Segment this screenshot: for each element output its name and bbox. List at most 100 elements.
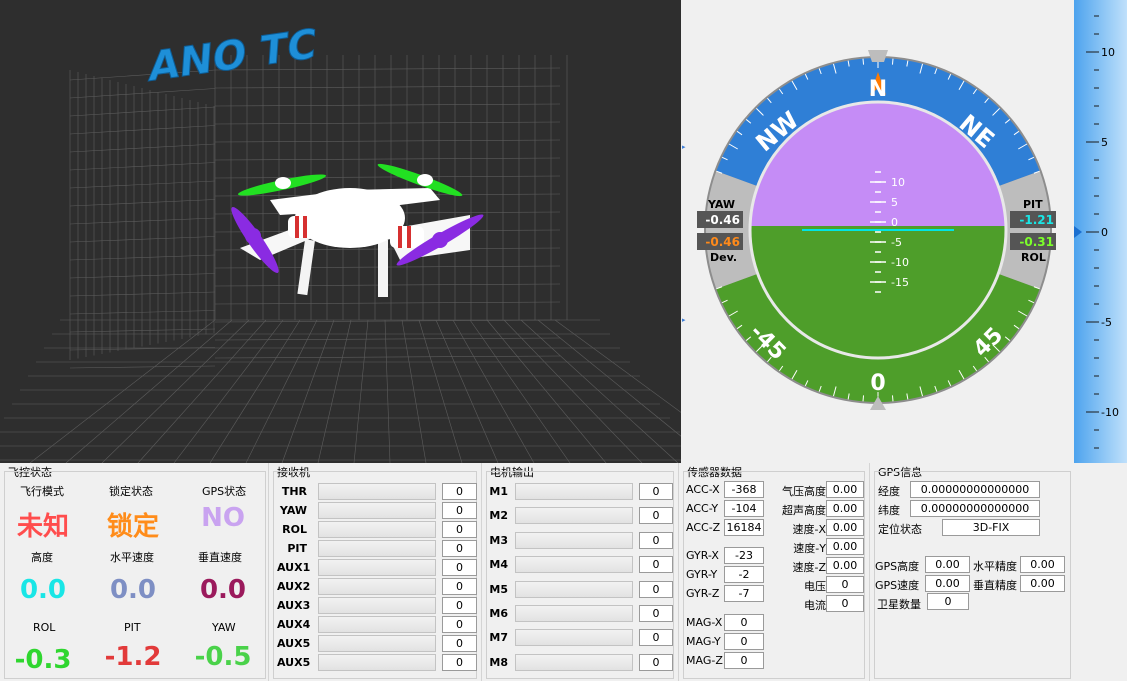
sensor-misc-value[interactable]: 0.00 [826, 519, 864, 536]
pitch-label: -15 [891, 276, 909, 289]
rc-channel-bar [318, 559, 436, 576]
mag-value[interactable]: 0 [724, 633, 764, 650]
motor-bar [515, 507, 633, 525]
latitude-field[interactable]: 0.00000000000000 [910, 500, 1040, 517]
pitch-label: -5 [891, 236, 902, 249]
rc-channel-value[interactable]: 0 [442, 597, 477, 614]
motor-value[interactable]: 0 [639, 580, 673, 598]
pit-value: -1.21 [1019, 213, 1054, 227]
fc-status-panel: 飞控状态 飞行模式 未知 锁定状态 锁定 GPS状态 NO 高度 0.0 水平速… [0, 463, 268, 681]
acc-label: ACC-X [686, 483, 720, 496]
horizontal-accuracy-field[interactable]: 0.00 [1020, 556, 1065, 573]
rc-channel-bar [318, 654, 436, 671]
flight-mode-value: 未知 [16, 512, 69, 542]
satellite-count-field[interactable]: 0 [927, 593, 969, 610]
pit-label: PIT [124, 621, 141, 634]
vertical-accuracy-field[interactable]: 0.00 [1020, 575, 1065, 592]
altitude-scale: 10 5 0 -5 -10 [1074, 0, 1127, 463]
gyr-value[interactable]: -7 [724, 585, 764, 602]
motor-value[interactable]: 0 [639, 531, 673, 549]
sensor-misc-label: 电压 [804, 580, 826, 593]
rc-channel-bar [318, 597, 436, 614]
gps-speed-label: GPS速度 [875, 579, 920, 592]
vertical-accuracy-label: 垂直精度 [973, 579, 1017, 592]
altitude-tick-label: 10 [1101, 46, 1115, 59]
sensor-misc-value[interactable]: 0 [826, 595, 864, 612]
3d-scene: ANO TC [0, 19, 681, 463]
mag-value[interactable]: 0 [724, 614, 764, 631]
rol-label: ROL [1021, 251, 1046, 264]
motor-value[interactable]: 0 [639, 653, 673, 671]
longitude-label: 经度 [878, 485, 900, 498]
pit-value: -1.2 [104, 642, 162, 672]
sensor-misc-value[interactable]: 0.00 [826, 557, 864, 574]
acc-value[interactable]: -104 [724, 500, 764, 517]
satellite-count-label: 卫星数量 [877, 598, 921, 611]
gps-speed-field[interactable]: 0.00 [925, 575, 970, 592]
mag-label: MAG-Z [686, 654, 723, 667]
fix-state-field[interactable]: 3D-FIX [942, 519, 1040, 536]
sensor-misc-value[interactable]: 0 [826, 576, 864, 593]
view-splitter[interactable]: ▸ ▸ [681, 0, 688, 463]
motor-bar [515, 629, 633, 647]
3d-attitude-view[interactable]: ANO TC [0, 0, 681, 463]
motor-value[interactable]: 0 [639, 629, 673, 647]
rc-channel-label: AUX3 [277, 599, 311, 612]
yaw-label: YAW [212, 621, 236, 634]
rc-channel-value[interactable]: 0 [442, 521, 477, 538]
rc-channel-value[interactable]: 0 [442, 540, 477, 557]
pitch-label: 5 [891, 196, 898, 209]
splitter-arrow-icon: ▸ [682, 143, 686, 151]
motor-label: M1 [489, 485, 508, 498]
rc-channel-value[interactable]: 0 [442, 559, 477, 576]
altitude-value: 0.0 [19, 575, 67, 605]
sensor-misc-value[interactable]: 0.00 [826, 538, 864, 555]
motor-label: M7 [489, 631, 508, 645]
rc-channel-label: AUX4 [277, 618, 311, 631]
motor-value[interactable]: 0 [639, 507, 673, 525]
rc-channel-value[interactable]: 0 [442, 654, 477, 671]
sensor-misc-label: 电流 [804, 599, 826, 612]
mag-value[interactable]: 0 [724, 652, 764, 669]
sensor-misc-value[interactable]: 0.00 [826, 500, 864, 517]
rc-channel-value[interactable]: 0 [442, 616, 477, 633]
acc-value[interactable]: -368 [724, 481, 764, 498]
gyr-label: GYR-Z [686, 587, 720, 600]
rc-channel-value[interactable]: 0 [442, 483, 477, 500]
rc-channel-value[interactable]: 0 [442, 635, 477, 652]
pitch-label: 0 [891, 216, 898, 229]
rc-channel-value[interactable]: 0 [442, 578, 477, 595]
motor-label: M2 [489, 509, 508, 523]
motor-output-panel: 电机输出 M1 0 M2 0 M3 0 M4 0 M5 0 M6 0 M7 0 M8 0 [481, 463, 678, 681]
horizontal-accuracy-label: 水平精度 [973, 560, 1017, 573]
sensor-misc-label: 速度-X [792, 523, 826, 536]
ground-station-window: ANO TC ▸ ▸ N NE NW -45 45 0 10 5 0 -5 -1… [0, 0, 1127, 681]
rc-channel-value[interactable]: 0 [442, 502, 477, 519]
sensor-misc-label: 气压高度 [782, 485, 826, 498]
motor-value[interactable]: 0 [639, 605, 673, 622]
rc-channel-bar [318, 483, 436, 500]
gyr-value[interactable]: -2 [724, 566, 764, 583]
attitude-indicator: N NE NW -45 45 0 1050-5-10-15 YAW -0.46 … [697, 50, 1056, 410]
lock-state-label: 锁定状态 [109, 485, 153, 498]
gps-altitude-label: GPS高度 [875, 560, 920, 573]
rc-channel-bar [318, 521, 436, 538]
gps-altitude-field[interactable]: 0.00 [925, 556, 970, 573]
gps-state-value: NO [201, 503, 245, 533]
motor-value[interactable]: 0 [639, 556, 673, 574]
motor-label: M4 [489, 558, 508, 572]
sensor-misc-value[interactable]: 0.00 [826, 481, 864, 498]
gyr-value[interactable]: -23 [724, 547, 764, 564]
attitude-indicator-panel: N NE NW -45 45 0 10 5 0 -5 -10 -15 YAW -0.46 … [688, 0, 1074, 463]
motor-bar [515, 580, 633, 598]
acc-value[interactable]: 16184 [724, 519, 764, 536]
mag-label: MAG-X [686, 616, 723, 629]
drone-model [231, 163, 484, 297]
motor-value[interactable]: 0 [639, 483, 673, 500]
altitude-label: 高度 [31, 551, 53, 564]
rol-value: -0.31 [1019, 235, 1054, 249]
longitude-field[interactable]: 0.00000000000000 [910, 481, 1040, 498]
rc-channel-bar [318, 502, 436, 519]
rc-channel-label: AUX5 [277, 637, 311, 650]
altitude-tick-label: 0 [1101, 226, 1108, 239]
